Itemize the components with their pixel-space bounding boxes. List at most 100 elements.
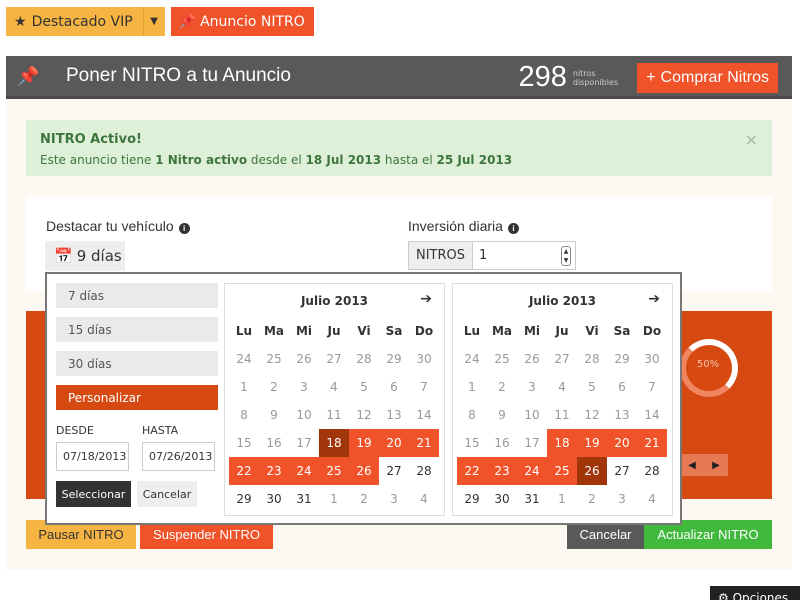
calendar-day[interactable]: 2 — [577, 485, 607, 513]
calendar-day[interactable]: 31 — [289, 485, 319, 513]
calendar-day[interactable]: 10 — [289, 401, 319, 429]
preset-7-days[interactable]: 7 días — [56, 283, 218, 308]
calendar-day[interactable]: 5 — [349, 373, 379, 401]
arrow-right-icon[interactable]: ➔ — [648, 291, 660, 307]
calendar-day[interactable]: 1 — [229, 373, 259, 401]
calendar-day[interactable]: 14 — [637, 401, 667, 429]
nitros-input[interactable]: 1 ▲ ▼ — [473, 241, 576, 270]
calendar-day[interactable]: 4 — [547, 373, 577, 401]
calendar-day[interactable]: 27 — [607, 457, 637, 485]
calendar-day[interactable]: 28 — [409, 457, 439, 485]
calendar-day[interactable]: 26 — [577, 457, 607, 485]
calendar-day[interactable]: 27 — [319, 345, 349, 373]
select-button[interactable]: Seleccionar — [56, 481, 131, 507]
calendar-day[interactable]: 7 — [637, 373, 667, 401]
calendar-day[interactable]: 11 — [319, 401, 349, 429]
calendar-day[interactable]: 26 — [289, 345, 319, 373]
calendar-day[interactable]: 23 — [259, 457, 289, 485]
calendar-day[interactable]: 18 — [547, 429, 577, 457]
calendar-day[interactable]: 17 — [517, 429, 547, 457]
calendar-day[interactable]: 8 — [457, 401, 487, 429]
from-date-input[interactable]: 07/18/2013 — [56, 442, 129, 471]
nitro-ad-button[interactable]: 📌 Anuncio NITRO — [170, 7, 314, 36]
calendar-day[interactable]: 12 — [577, 401, 607, 429]
calendar-day[interactable]: 2 — [487, 373, 517, 401]
calendar-day[interactable]: 1 — [547, 485, 577, 513]
calendar-day[interactable]: 22 — [457, 457, 487, 485]
calendar-day[interactable]: 4 — [637, 485, 667, 513]
calendar-day[interactable]: 30 — [259, 485, 289, 513]
calendar-day[interactable]: 6 — [379, 373, 409, 401]
cancel-picker-button[interactable]: Cancelar — [137, 481, 197, 507]
calendar-day[interactable]: 1 — [457, 373, 487, 401]
calendar-day[interactable]: 29 — [379, 345, 409, 373]
calendar-day[interactable]: 22 — [229, 457, 259, 485]
calendar-day[interactable]: 19 — [577, 429, 607, 457]
calendar-day[interactable]: 4 — [409, 485, 439, 513]
calendar-day[interactable]: 25 — [547, 457, 577, 485]
calendar-day[interactable]: 30 — [487, 485, 517, 513]
info-icon[interactable]: i — [507, 223, 519, 234]
calendar-day[interactable]: 25 — [487, 345, 517, 373]
calendar-day[interactable]: 16 — [259, 429, 289, 457]
calendar-day[interactable]: 10 — [517, 401, 547, 429]
calendar-day[interactable]: 8 — [229, 401, 259, 429]
calendar-day[interactable]: 23 — [487, 457, 517, 485]
buy-nitros-button[interactable]: + Comprar Nitros — [637, 63, 778, 93]
close-icon[interactable]: × — [745, 130, 758, 150]
calendar-day[interactable]: 24 — [457, 345, 487, 373]
calendar-day[interactable]: 17 — [289, 429, 319, 457]
calendar-day[interactable]: 18 — [319, 429, 349, 457]
calendar-day[interactable]: 25 — [259, 345, 289, 373]
calendar-day[interactable]: 24 — [289, 457, 319, 485]
calendar-day[interactable]: 24 — [229, 345, 259, 373]
calendar-day[interactable]: 5 — [577, 373, 607, 401]
calendar-day[interactable]: 15 — [229, 429, 259, 457]
calendar-day[interactable]: 29 — [229, 485, 259, 513]
calendar-day[interactable]: 20 — [607, 429, 637, 457]
calendar-day[interactable]: 15 — [457, 429, 487, 457]
chevron-left-icon[interactable]: ◀ — [680, 454, 704, 476]
calendar-day[interactable]: 6 — [607, 373, 637, 401]
calendar-day[interactable]: 9 — [487, 401, 517, 429]
spinner-icon[interactable]: ▲ ▼ — [561, 246, 571, 266]
calendar-day[interactable]: 14 — [409, 401, 439, 429]
calendar-day[interactable]: 12 — [349, 401, 379, 429]
calendar-day[interactable]: 16 — [487, 429, 517, 457]
calendar-day[interactable]: 26 — [349, 457, 379, 485]
calendar-day[interactable]: 27 — [547, 345, 577, 373]
chevron-right-icon[interactable]: ▶ — [704, 454, 728, 476]
preset-15-days[interactable]: 15 días — [56, 317, 218, 342]
calendar-day[interactable]: 11 — [547, 401, 577, 429]
calendar-day[interactable]: 30 — [637, 345, 667, 373]
arrow-right-icon[interactable]: ➔ — [420, 291, 432, 307]
calendar-day[interactable]: 2 — [259, 373, 289, 401]
calendar-day[interactable]: 24 — [517, 457, 547, 485]
calendar-day[interactable]: 27 — [379, 457, 409, 485]
info-icon[interactable]: i — [178, 223, 190, 234]
vip-button[interactable]: ★ Destacado VIP ▼ — [6, 7, 165, 36]
calendar-day[interactable]: 19 — [349, 429, 379, 457]
chevron-down-icon[interactable]: ▼ — [142, 7, 165, 36]
calendar-day[interactable]: 25 — [319, 457, 349, 485]
calendar-day[interactable]: 3 — [607, 485, 637, 513]
to-date-input[interactable]: 07/26/2013 — [142, 442, 215, 471]
calendar-day[interactable]: 26 — [517, 345, 547, 373]
calendar-day[interactable]: 13 — [607, 401, 637, 429]
calendar-day[interactable]: 3 — [517, 373, 547, 401]
days-selector[interactable]: 📅 9 días — [45, 241, 125, 271]
calendar-day[interactable]: 3 — [379, 485, 409, 513]
preset-custom[interactable]: Personalizar — [56, 385, 218, 410]
calendar-day[interactable]: 31 — [517, 485, 547, 513]
calendar-day[interactable]: 2 — [349, 485, 379, 513]
calendar-day[interactable]: 20 — [379, 429, 409, 457]
calendar-day[interactable]: 30 — [409, 345, 439, 373]
calendar-day[interactable]: 29 — [607, 345, 637, 373]
calendar-day[interactable]: 9 — [259, 401, 289, 429]
calendar-day[interactable]: 21 — [409, 429, 439, 457]
calendar-day[interactable]: 4 — [319, 373, 349, 401]
calendar-day[interactable]: 1 — [319, 485, 349, 513]
calendar-day[interactable]: 29 — [457, 485, 487, 513]
vip-button-main[interactable]: ★ Destacado VIP — [6, 7, 143, 36]
preset-30-days[interactable]: 30 días — [56, 351, 218, 376]
